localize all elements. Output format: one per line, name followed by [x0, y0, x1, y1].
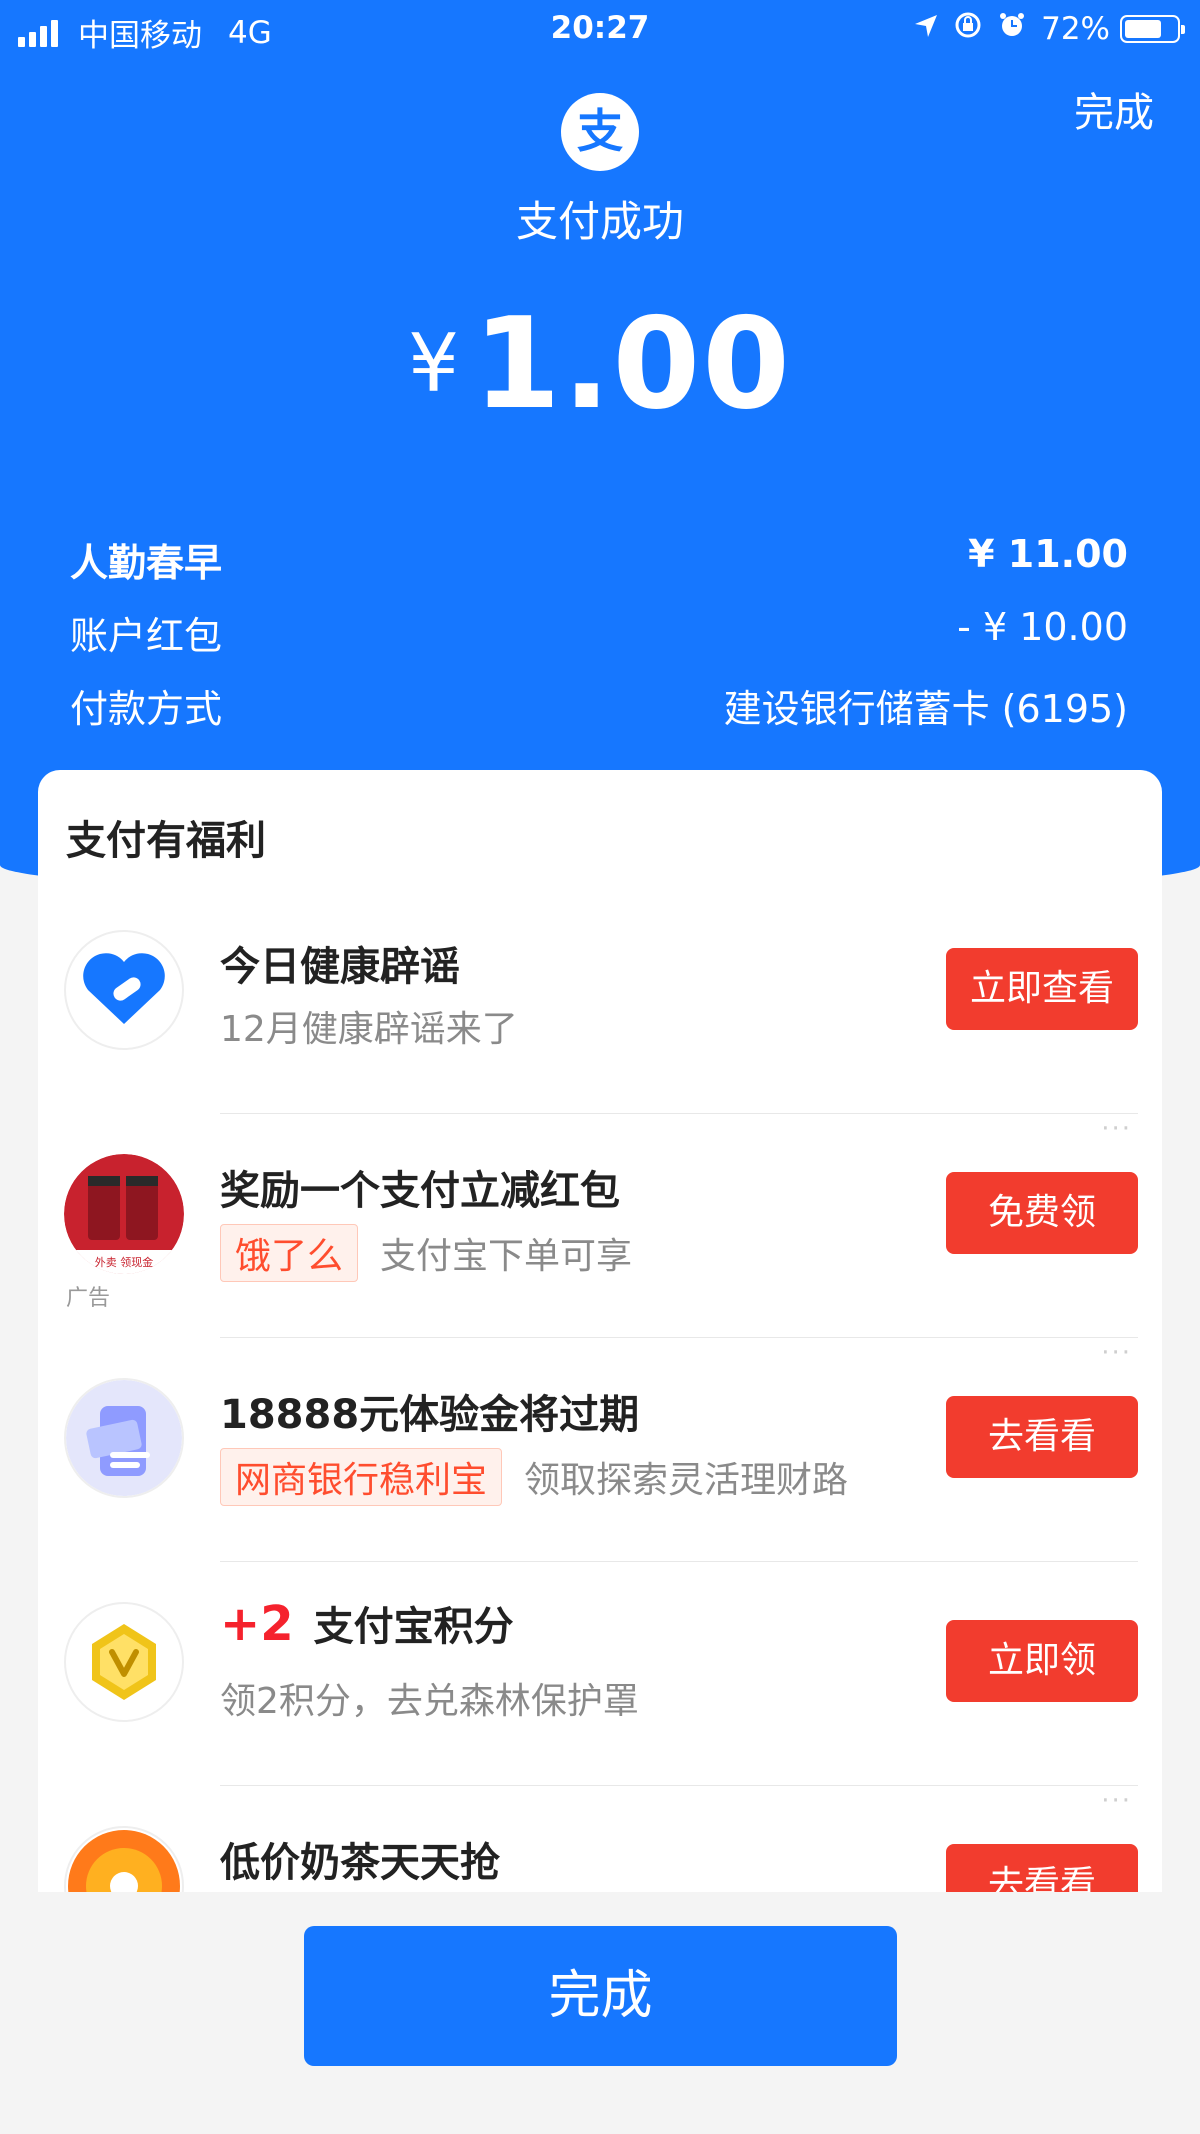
go-see-button[interactable]: 去看看: [946, 1396, 1138, 1478]
status-bar: 中国移动 4G 20:27 72%: [0, 0, 1200, 60]
benefits-title: 支付有福利: [66, 818, 266, 864]
benefit-title-row: +2 支付宝积分: [220, 1594, 514, 1652]
battery-fill: [1125, 20, 1161, 38]
detail-label: 付款方式: [70, 687, 223, 731]
benefit-tag: 饿了么: [220, 1224, 359, 1282]
payment-amount: ¥1.00: [0, 290, 1200, 437]
alipay-logo-char: 支: [577, 104, 623, 158]
view-now-button[interactable]: 立即查看: [946, 948, 1138, 1030]
currency-symbol: ¥: [408, 317, 459, 410]
payment-success-title: 支付成功: [515, 197, 684, 246]
milk-tea-icon: [64, 1826, 184, 1892]
detail-value: ¥ 11.00: [968, 532, 1128, 576]
gold-coin-icon: [64, 1602, 184, 1722]
alipay-logo-icon: 支: [577, 104, 623, 158]
detail-row-payment-method: 付款方式 建设银行储蓄卡 (6195): [70, 678, 1128, 734]
benefit-title: 今日健康辟谣: [220, 944, 460, 990]
done-top-button[interactable]: 完成: [1074, 80, 1154, 138]
benefit-subtitle: 领取探索灵活理财路: [524, 1460, 849, 1501]
benefit-item[interactable]: ··· 外卖 领现金 广告 奖励一个支付立减红包 饿了么 支付宝下单可享 免费领: [38, 1114, 1162, 1338]
benefit-subtitle-row: 12月健康辟谣来了: [220, 1000, 518, 1052]
claim-now-button[interactable]: 立即领: [946, 1620, 1138, 1702]
benefit-item[interactable]: 今日健康辟谣 12月健康辟谣来了 立即查看: [38, 890, 1162, 1114]
benefit-title: 支付宝积分: [313, 1604, 514, 1650]
coffee-cups-icon: 外卖 领现金: [64, 1154, 184, 1274]
location-arrow-icon: [913, 11, 939, 47]
done-button[interactable]: 完成: [304, 1926, 897, 2066]
claim-free-button[interactable]: 免费领: [946, 1172, 1138, 1254]
heart-shield-icon: [64, 930, 184, 1050]
detail-value: 建设银行储蓄卡 (6195): [723, 687, 1128, 731]
benefit-title: 奖励一个支付立减红包: [220, 1168, 620, 1214]
detail-label: 人勤春早: [70, 541, 223, 585]
benefit-subtitle-row: 领2积分，去兑森林保护罩: [220, 1672, 639, 1724]
benefit-subtitle-row: 饿了么 支付宝下单可享: [220, 1224, 632, 1282]
benefit-title: 18888元体验金将过期: [220, 1392, 640, 1438]
benefit-title: 低价奶茶天天抢: [220, 1840, 500, 1886]
benefit-item[interactable]: +2 支付宝积分 领2积分，去兑森林保护罩 立即领: [38, 1562, 1162, 1786]
alipay-logo: 支: [561, 93, 639, 171]
more-options-icon[interactable]: ···: [1101, 1786, 1132, 1816]
status-right: 72%: [899, 10, 1185, 48]
more-options-icon[interactable]: ···: [1101, 1338, 1132, 1368]
benefit-item[interactable]: ··· 18888元体验金将过期 网商银行稳利宝 领取探索灵活理财路 去看看: [38, 1338, 1162, 1562]
battery-icon: [1120, 15, 1185, 43]
benefit-subtitle-row: 网商银行稳利宝 领取探索灵活理财路: [220, 1448, 848, 1506]
battery-percent: 72%: [1041, 11, 1110, 47]
go-see-button[interactable]: 去看看: [946, 1844, 1138, 1892]
benefits-card: 支付有福利 今日健康辟谣 12月健康辟谣来了 立即查看 ··· 外卖 领现金 广…: [38, 770, 1162, 1892]
rotation-lock-icon: [953, 10, 983, 48]
more-options-icon[interactable]: ···: [1101, 1114, 1132, 1144]
detail-row-red-packet: 账户红包 - ¥ 10.00: [70, 605, 1128, 661]
benefit-item[interactable]: ··· 低价奶茶天天抢 去看看: [38, 1786, 1162, 1892]
benefit-subtitle: 领2积分，去兑森林保护罩: [220, 1681, 639, 1722]
bottom-bar: 完成: [0, 1892, 1200, 2134]
benefit-subtitle: 12月健康辟谣来了: [220, 1009, 518, 1050]
ad-label: 广告: [66, 1286, 111, 1311]
amount-value: 1.00: [473, 290, 792, 437]
alarm-icon: [997, 10, 1027, 48]
detail-value: - ¥ 10.00: [957, 605, 1128, 649]
detail-label: 账户红包: [70, 614, 223, 658]
ad-image-text: 外卖 领现金: [95, 1255, 154, 1269]
benefit-tag: 网商银行稳利宝: [220, 1448, 503, 1506]
battery-nub: [1181, 25, 1185, 34]
benefit-subtitle: 支付宝下单可享: [380, 1236, 633, 1277]
points-plus: +2: [220, 1596, 294, 1652]
detail-row-merchant: 人勤春早 ¥ 11.00: [70, 532, 1128, 588]
phone-card-icon: [64, 1378, 184, 1498]
